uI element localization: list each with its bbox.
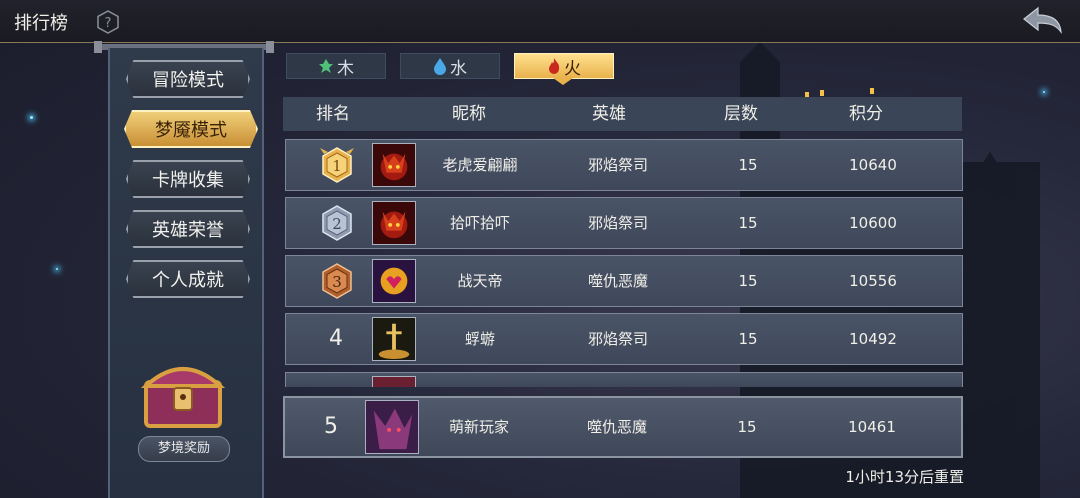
help-icon[interactable]: ? [96,10,120,34]
nav-label: 梦魇模式 [155,120,227,141]
hero-name: 邪焰祭司 [587,214,648,232]
nav-adventure-mode[interactable]: 冒险模式 [126,60,250,98]
hero-name: 邪焰祭司 [587,330,648,348]
hero-portrait-flame-priest [372,317,416,361]
star-decoration [56,268,58,270]
hero-portrait-vengeful-demon [372,259,416,303]
column-header-hero: 英雄 [592,104,626,124]
gold-medal-icon: 1 [320,147,354,183]
svg-text:?: ? [105,16,112,31]
player-nickname: 蜉蝣 [464,330,495,348]
floors-value: 15 [738,272,758,290]
column-header-floors: 层数 [724,104,758,124]
table-row[interactable]: 1 老虎爱翩翩 邪焰祭司 15 10640 [285,139,963,191]
tab-label: 木 [337,58,354,79]
my-rank-row[interactable]: 5 萌新玩家 噬仇恶魔 15 10461 [283,396,963,458]
score-value: 10600 [849,214,897,232]
bronze-medal-icon: 3 [322,263,352,299]
table-row[interactable]: 2 拾吓拾吓 邪焰祭司 15 10600 [285,197,963,249]
player-nickname: 老虎爱翩翩 [442,156,518,174]
my-rank-number: 5 [324,414,338,439]
hero-name: 噬仇恶魔 [586,418,647,436]
hero-name: 噬仇恶魔 [587,272,648,290]
water-drop-icon [434,58,446,75]
hero-portrait-flame-priest [372,143,416,187]
floors-value: 15 [738,214,758,232]
reset-timer-text: 1小时13分后重置 [845,468,964,486]
player-nickname: 拾吓拾吓 [449,214,510,232]
table-header: 排名 昵称 英雄 层数 积分 [283,97,962,131]
nav-nightmare-mode[interactable]: 梦魇模式 [124,110,258,148]
dream-reward-label[interactable]: 梦境奖励 [138,436,230,462]
floors-value: 15 [738,156,758,174]
table-row-partial [285,372,963,387]
hero-portrait-vengeful-demon [365,400,419,454]
rank-number: 2 [332,215,342,233]
tab-fire[interactable]: 火 [514,53,614,79]
nav-label: 英雄荣誉 [152,220,224,241]
score-value: 10640 [849,156,897,174]
floors-value: 15 [738,330,758,348]
rank-number: 4 [329,326,343,351]
tab-water[interactable]: 水 [400,53,500,79]
score-value: 10492 [849,330,897,348]
active-tab-pointer [553,78,573,85]
tab-label: 火 [564,58,581,79]
column-header-rank: 排名 [316,104,350,124]
hero-name: 邪焰祭司 [587,156,648,174]
top-bar: 排行榜 ? [0,0,1080,43]
rank-number: 1 [332,157,342,175]
tab-label: 水 [450,58,467,79]
score-value: 10461 [848,418,896,436]
column-header-nickname: 昵称 [452,104,486,124]
page-title: 排行榜 [14,13,68,34]
table-row[interactable]: 4 蜉蝣 邪焰祭司 15 10492 [285,313,963,365]
nav-personal-achievement[interactable]: 个人成就 [126,260,250,298]
nav-card-collection[interactable]: 卡牌收集 [126,160,250,198]
nav-label: 卡牌收集 [152,170,224,191]
nav-label: 冒险模式 [152,70,224,91]
player-nickname: 战天帝 [457,272,503,290]
nav-hero-honor[interactable]: 英雄荣誉 [126,210,250,248]
table-row[interactable]: 3 战天帝 噬仇恶魔 15 10556 [285,255,963,307]
silver-medal-icon: 2 [322,205,352,241]
player-nickname: 萌新玩家 [448,418,509,436]
score-value: 10556 [849,272,897,290]
fire-icon [549,58,560,74]
star-decoration [30,116,33,119]
nav-label: 个人成就 [152,270,224,291]
tab-wood[interactable]: 木 [286,53,386,79]
back-arrow-icon[interactable] [1020,4,1064,38]
leaf-icon [319,59,333,73]
hero-portrait [372,376,416,387]
hero-portrait-flame-priest [372,201,416,245]
column-header-score: 积分 [849,104,883,124]
rank-number: 3 [332,273,342,291]
treasure-chest-icon[interactable] [140,352,226,432]
floors-value: 15 [737,418,757,436]
